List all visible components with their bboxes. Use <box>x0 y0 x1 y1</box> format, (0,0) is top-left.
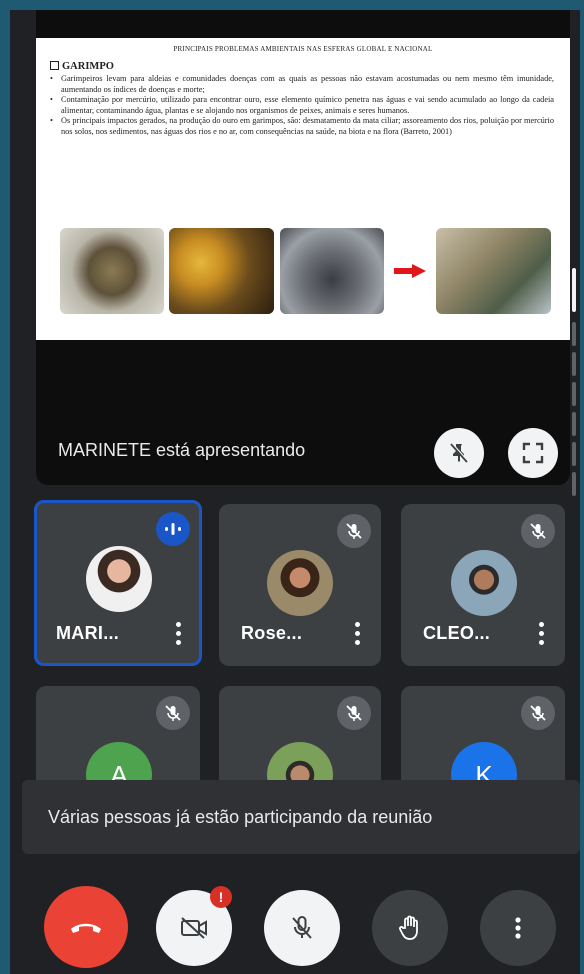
slide-photos <box>60 228 551 318</box>
fullscreen-button[interactable] <box>508 428 558 478</box>
more-options-button[interactable] <box>480 890 556 966</box>
presentation-stage[interactable]: PRINCIPAIS PROBLEMAS AMBIENTAIS NAS ESFE… <box>36 10 570 485</box>
red-arrow-icon <box>394 264 426 278</box>
slide-bullet: Os principais impactos gerados, na produ… <box>50 116 554 137</box>
shared-slide: PRINCIPAIS PROBLEMAS AMBIENTAIS NAS ESFE… <box>36 38 570 340</box>
slide-photo-gold-pan <box>60 228 164 314</box>
avatar <box>451 550 517 616</box>
scrollbar[interactable] <box>572 268 576 528</box>
participant-name: MARI... <box>56 623 120 643</box>
mic-off-icon <box>165 705 181 721</box>
participant-tile[interactable]: CLEO... <box>401 504 565 666</box>
mic-off-icon <box>292 916 312 939</box>
more-options-icon <box>515 917 521 939</box>
unpin-icon <box>450 442 469 463</box>
more-options-icon[interactable] <box>176 622 182 648</box>
slide-bullet: Garimpeiros levam para aldeias e comunid… <box>50 74 554 95</box>
mic-off-indicator <box>156 696 190 730</box>
participant-tile[interactable]: MARI... <box>34 500 202 666</box>
scrollbar-segment <box>572 382 576 406</box>
participant-tile[interactable]: Rose... <box>219 504 381 666</box>
scrollbar-segment <box>572 352 576 376</box>
slide-photo-miner <box>436 228 551 314</box>
more-options-icon[interactable] <box>539 622 545 648</box>
scrollbar-segment <box>572 442 576 466</box>
mic-off-icon <box>346 705 362 721</box>
slide-bullet: Contaminação por mercúrio, utilizado par… <box>50 95 554 116</box>
camera-warning-badge: ! <box>210 886 232 908</box>
audio-level-icon <box>165 523 181 535</box>
mic-off-indicator <box>337 514 371 548</box>
presenting-label: MARINETE está apresentando <box>58 440 306 460</box>
fullscreen-icon <box>522 442 544 464</box>
toast-text: Várias pessoas já estão participando da … <box>48 806 433 827</box>
slide-heading: GARIMPO <box>50 61 570 72</box>
participant-name: Rose... <box>241 623 303 643</box>
mic-off-indicator <box>337 696 371 730</box>
scrollbar-segment <box>572 412 576 436</box>
scrollbar-segment <box>572 322 576 346</box>
mic-off-indicator <box>521 514 555 548</box>
scrollbar-thumb[interactable] <box>572 268 576 312</box>
toast-notification: Várias pessoas já estão participando da … <box>22 780 580 854</box>
slide-title: PRINCIPAIS PROBLEMAS AMBIENTAIS NAS ESFE… <box>173 45 433 53</box>
mic-toggle-button[interactable] <box>264 890 340 966</box>
scrollbar-segment <box>572 472 576 496</box>
unpin-button[interactable] <box>434 428 484 478</box>
slide-heading-text: GARIMPO <box>62 61 114 72</box>
mic-off-icon <box>346 523 362 539</box>
more-options-icon[interactable] <box>355 622 361 648</box>
mic-off-icon <box>530 523 546 539</box>
slide-bullets: Garimpeiros levam para aldeias e comunid… <box>36 74 570 138</box>
avatar <box>86 546 152 612</box>
end-call-icon <box>71 923 101 933</box>
slide-photo-mining-pit <box>280 228 384 314</box>
meet-app: PRINCIPAIS PROBLEMAS AMBIENTAIS NAS ESFE… <box>10 10 580 974</box>
participant-name: CLEO... <box>423 623 491 643</box>
avatar <box>267 550 333 616</box>
raise-hand-icon <box>399 915 418 940</box>
slide-photo-gold-nuggets <box>169 228 274 314</box>
end-call-button[interactable] <box>44 886 128 968</box>
camera-off-icon <box>181 917 207 939</box>
raise-hand-button[interactable] <box>372 890 448 966</box>
speaking-indicator <box>156 512 190 546</box>
mic-off-indicator <box>521 696 555 730</box>
call-controls: ! <box>10 882 580 974</box>
mic-off-icon <box>530 705 546 721</box>
checkbox-bullet-icon <box>50 61 59 70</box>
